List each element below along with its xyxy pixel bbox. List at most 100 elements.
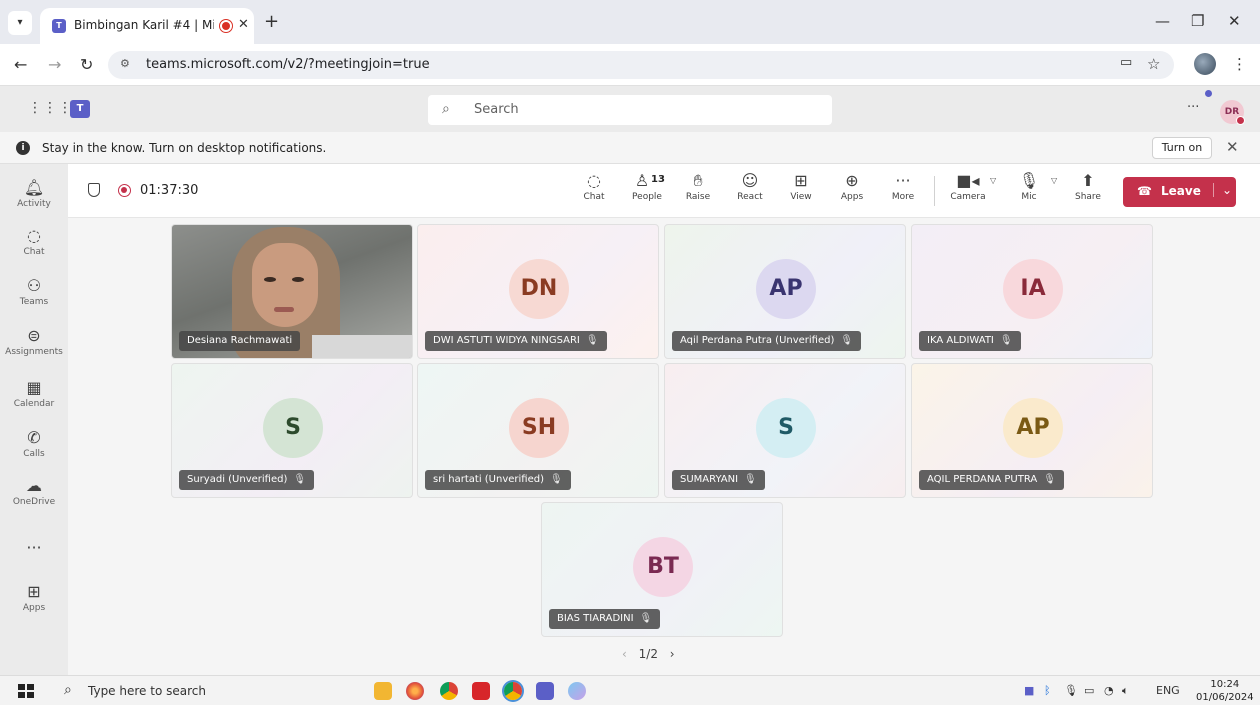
- mic-button[interactable]: 🎙︎ Mic: [1006, 170, 1052, 202]
- file-explorer-icon[interactable]: [374, 682, 392, 700]
- previous-page-icon[interactable]: ‹: [622, 647, 627, 661]
- rail-more-icon[interactable]: ···: [0, 538, 68, 558]
- participant-name-text: Aqil Perdana Putra (Unverified): [680, 335, 835, 346]
- smiley-icon: ☺︎: [741, 171, 759, 190]
- rail-label: Calendar: [13, 399, 55, 409]
- browser-menu-icon[interactable]: ⋮: [1232, 55, 1247, 73]
- more-options-icon[interactable]: ···: [1187, 100, 1199, 115]
- participant-tile[interactable]: S SUMARYANI 🎙︎: [664, 363, 906, 498]
- participant-tile[interactable]: SH sri hartati (Unverified) 🎙︎: [417, 363, 659, 498]
- hand-icon: ✋︎: [693, 171, 703, 190]
- shield-icon[interactable]: [88, 183, 100, 197]
- forward-icon[interactable]: →: [48, 55, 61, 74]
- camera-button[interactable]: ■◂ Camera: [945, 170, 991, 202]
- rail-item-teams[interactable]: ⚇ Teams: [0, 276, 68, 307]
- back-icon[interactable]: ←: [14, 55, 27, 74]
- people-button[interactable]: ♙ 13 People: [624, 170, 670, 202]
- url-text[interactable]: teams.microsoft.com/v2/?meetingjoin=true: [146, 57, 430, 72]
- rail-item-calls[interactable]: ✆ Calls: [0, 428, 68, 459]
- calendar-icon: ▦: [26, 378, 42, 397]
- teams-logo-icon: T: [70, 100, 90, 118]
- chat-button[interactable]: ◌ Chat: [571, 170, 617, 202]
- camera-options-chevron-icon[interactable]: ▽: [990, 176, 996, 185]
- participant-tile-video[interactable]: Desiana Rachmawati: [171, 224, 413, 359]
- start-pane: [27, 692, 34, 698]
- phone-icon: ✆: [27, 428, 41, 447]
- bookmark-star-icon[interactable]: ☆: [1147, 55, 1160, 73]
- rail-item-assignments[interactable]: ⊜ Assignments: [0, 326, 68, 357]
- rail-label: Teams: [19, 297, 49, 307]
- browser-tab[interactable]: T Bimbingan Karil #4 | Microsoft Teams ✕: [40, 8, 254, 44]
- address-bar: ← → ↻ ⚙ teams.microsoft.com/v2/?meetingj…: [0, 44, 1260, 86]
- site-info-icon[interactable]: ⚙: [120, 57, 130, 70]
- cast-icon[interactable]: ▭: [1120, 55, 1132, 70]
- close-notification-icon[interactable]: ✕: [1226, 138, 1239, 156]
- wifi-icon[interactable]: ◔: [1104, 684, 1114, 697]
- rail-label: Apps: [22, 603, 46, 613]
- participant-name-text: IKA ALDIWATI: [927, 335, 994, 346]
- app-launcher-icon[interactable]: ⋮⋮⋮: [28, 100, 73, 116]
- rail-item-apps[interactable]: ⊞ Apps: [0, 582, 68, 613]
- language-indicator[interactable]: ENG: [1156, 684, 1180, 697]
- mic-off-icon: 🎙︎: [744, 474, 757, 485]
- rail-item-onedrive[interactable]: ☁︎ OneDrive: [0, 476, 68, 507]
- mic-tray-icon[interactable]: 🎙︎: [1064, 684, 1078, 697]
- raise-hand-button[interactable]: ✋︎ Raise: [675, 170, 721, 202]
- participant-initials: S: [756, 398, 816, 458]
- volume-icon[interactable]: 🔈︎: [1122, 684, 1129, 698]
- teams-taskbar-icon[interactable]: [536, 682, 554, 700]
- participant-tile[interactable]: IA IKA ALDIWATI 🎙︎: [911, 224, 1153, 359]
- rail-item-chat[interactable]: ◌ Chat: [0, 226, 68, 257]
- react-button[interactable]: ☺︎ React: [727, 170, 773, 202]
- search-input[interactable]: ⌕ Search: [428, 95, 832, 125]
- paint-icon[interactable]: [568, 682, 586, 700]
- notification-bar: i Stay in the know. Turn on desktop noti…: [0, 132, 1260, 164]
- participant-tile[interactable]: BT BIAS TIARADINI 🎙︎: [541, 502, 783, 637]
- pdf-reader-icon[interactable]: [472, 682, 490, 700]
- video-eye: [292, 277, 304, 282]
- battery-icon[interactable]: ▭: [1084, 684, 1094, 697]
- windows-start-icon[interactable]: [18, 684, 34, 698]
- firefox-icon[interactable]: [406, 682, 424, 700]
- browser-profile-icon[interactable]: [1194, 53, 1216, 75]
- close-window-icon[interactable]: ✕: [1228, 12, 1241, 30]
- participant-name-text: DWI ASTUTI WIDYA NINGSARI: [433, 335, 580, 346]
- mic-off-icon: 🎙︎: [550, 474, 563, 485]
- tab-search-icon[interactable]: ▾: [8, 11, 32, 35]
- participant-name: DWI ASTUTI WIDYA NINGSARI 🎙︎: [425, 331, 607, 351]
- participant-tile[interactable]: S Suryadi (Unverified) 🎙︎: [171, 363, 413, 498]
- video-eye: [264, 277, 276, 282]
- rail-item-calendar[interactable]: ▦ Calendar: [0, 378, 68, 409]
- close-tab-icon[interactable]: ✕: [238, 17, 249, 32]
- reload-icon[interactable]: ↻: [80, 55, 93, 74]
- participant-tile[interactable]: AP Aqil Perdana Putra (Unverified) 🎙︎: [664, 224, 906, 359]
- minimize-icon[interactable]: —: [1155, 12, 1170, 30]
- teams-tray-icon[interactable]: ■: [1024, 684, 1034, 697]
- new-tab-icon[interactable]: +: [264, 11, 279, 32]
- video-background: [312, 335, 412, 358]
- taskbar-clock[interactable]: 10:24 01/06/2024: [1196, 678, 1254, 704]
- restore-icon[interactable]: ❐: [1191, 12, 1204, 30]
- apps-button[interactable]: ⊕ Apps: [829, 170, 875, 202]
- chrome-icon[interactable]: [440, 682, 458, 700]
- leave-button[interactable]: ☎ Leave ⌄: [1123, 177, 1236, 207]
- mic-options-chevron-icon[interactable]: ▽: [1051, 176, 1057, 185]
- more-button[interactable]: ··· More: [880, 170, 926, 202]
- participant-initials: AP: [756, 259, 816, 319]
- bluetooth-icon[interactable]: ᛒ: [1044, 684, 1051, 697]
- chat-icon: ◌: [587, 171, 601, 190]
- taskbar-search-input[interactable]: Type here to search: [88, 684, 206, 698]
- view-button[interactable]: ⊞ View: [778, 170, 824, 202]
- mic-off-icon: 🎙︎: [585, 335, 599, 346]
- chrome-active-icon[interactable]: [504, 682, 522, 700]
- participant-tile[interactable]: DN DWI ASTUTI WIDYA NINGSARI 🎙︎: [417, 224, 659, 359]
- participant-tile[interactable]: AP AQIL PERDANA PUTRA 🎙︎: [911, 363, 1153, 498]
- share-button[interactable]: ⬆︎ Share: [1065, 170, 1111, 202]
- teams-icon: ⚇: [26, 276, 42, 295]
- omnibox[interactable]: ⚙ teams.microsoft.com/v2/?meetingjoin=tr…: [108, 51, 1174, 79]
- leave-options-chevron-icon[interactable]: ⌄: [1213, 183, 1232, 197]
- turn-on-button[interactable]: Turn on: [1152, 137, 1212, 159]
- taskbar-search-icon[interactable]: ⌕: [64, 682, 72, 698]
- next-page-icon[interactable]: ›: [670, 647, 675, 661]
- rail-item-activity[interactable]: 🔔︎ Activity: [0, 178, 68, 209]
